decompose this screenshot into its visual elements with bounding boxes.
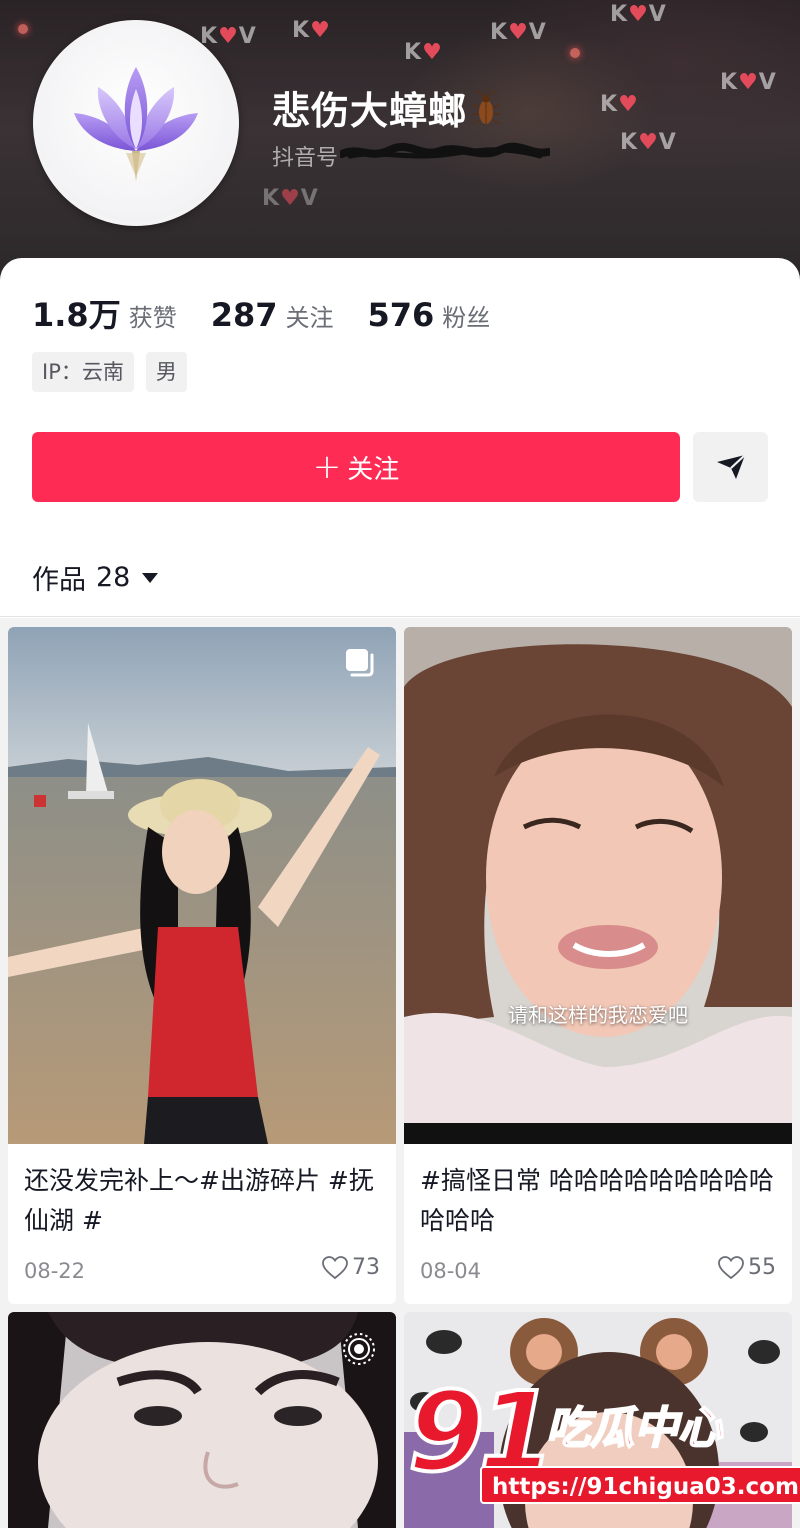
watermark-logo: 91 吃瓜中心 https://91chigua03.com <box>406 1366 800 1518</box>
divider <box>0 616 800 617</box>
stat-followers-label: 粉丝 <box>442 304 491 332</box>
neon-sign-decoration: K♥V <box>610 2 667 27</box>
follow-button[interactable]: + 关注 <box>32 432 680 502</box>
video-subtitle: 请和这样的我恋爱吧 <box>508 1003 688 1027</box>
watermark-url: https://91chigua03.com <box>480 1466 800 1504</box>
stat-following-value: 287 <box>210 296 278 334</box>
username: 悲伤大蟑螂 <box>272 80 501 135</box>
stat-following-label: 关注 <box>285 304 334 332</box>
username-text: 悲伤大蟑螂 <box>272 89 468 133</box>
stats-row: 1.8万 获赞 287 关注 576 粉丝 <box>32 290 524 336</box>
cockroach-icon <box>472 90 501 125</box>
stat-followers-value: 576 <box>367 296 435 334</box>
post-thumbnail <box>8 627 396 1144</box>
profile-info-panel: 1.8万 获赞 287 关注 576 粉丝 IP：云南 男 + 关注 作品 28 <box>0 258 800 618</box>
caret-down-icon <box>142 572 159 583</box>
post-caption: 还没发完补上～#出游碎片 #抚仙湖 # <box>24 1166 374 1235</box>
post-date: 08-04 <box>420 1259 482 1283</box>
gender-tag: 男 <box>145 352 187 392</box>
plus-icon: + <box>312 447 342 487</box>
post-likes[interactable]: 73 <box>322 1255 380 1280</box>
post-thumbnail <box>404 627 792 1144</box>
message-button[interactable] <box>693 432 768 502</box>
neon-sign-decoration: K♥ <box>600 92 639 117</box>
lamp-decoration <box>570 48 580 58</box>
stat-likes[interactable]: 1.8万 获赞 <box>32 290 177 336</box>
douyin-id-label: 抖音号 <box>272 146 339 171</box>
ip-location-tag: IP：云南 <box>32 352 134 392</box>
send-icon <box>716 454 746 479</box>
lamp-decoration <box>18 24 28 34</box>
stat-likes-value: 1.8万 <box>32 296 121 334</box>
stat-followers[interactable]: 576 粉丝 <box>368 296 491 334</box>
neon-sign-decoration: K♥V <box>262 186 319 211</box>
post-card[interactable]: 请和这样的我恋爱吧 #搞怪日常 哈哈哈哈哈哈哈哈哈哈哈哈 08-04 55 <box>404 627 792 1304</box>
post-date: 08-22 <box>24 1259 86 1283</box>
neon-sign-decoration: K♥V <box>720 70 777 95</box>
post-thumbnail <box>8 1312 396 1528</box>
stat-likes-label: 获赞 <box>128 304 177 332</box>
works-count: 28 <box>96 562 131 593</box>
multi-image-icon <box>346 649 374 677</box>
redacted-id-scribble <box>340 142 550 159</box>
neon-sign-decoration: K♥ <box>404 40 443 65</box>
neon-sign-decoration: K♥V <box>490 20 547 45</box>
watermark-text: 吃瓜中心 <box>545 1402 723 1455</box>
post-likes[interactable]: 55 <box>718 1255 776 1280</box>
neon-sign-decoration: K♥ <box>292 18 331 43</box>
post-card[interactable] <box>8 1312 396 1528</box>
post-likes-count: 55 <box>748 1255 776 1280</box>
profile-tags: IP：云南 男 <box>32 352 199 392</box>
neon-sign-decoration: K♥V <box>620 130 677 155</box>
avatar[interactable] <box>33 20 239 226</box>
works-tab[interactable]: 作品 28 <box>32 558 159 597</box>
neon-sign-decoration: K♥V <box>200 24 257 49</box>
heart-icon <box>718 1255 744 1279</box>
live-photo-icon <box>343 1333 375 1365</box>
follow-button-label: 关注 <box>347 454 400 485</box>
stat-following[interactable]: 287 关注 <box>211 296 334 334</box>
post-caption: #搞怪日常 哈哈哈哈哈哈哈哈哈哈哈哈 <box>420 1166 774 1235</box>
post-likes-count: 73 <box>352 1255 380 1280</box>
post-card[interactable]: 还没发完补上～#出游碎片 #抚仙湖 # 08-22 73 <box>8 627 396 1304</box>
heart-icon <box>322 1255 348 1279</box>
works-label: 作品 <box>32 565 86 596</box>
lotus-flower-icon <box>74 67 198 181</box>
